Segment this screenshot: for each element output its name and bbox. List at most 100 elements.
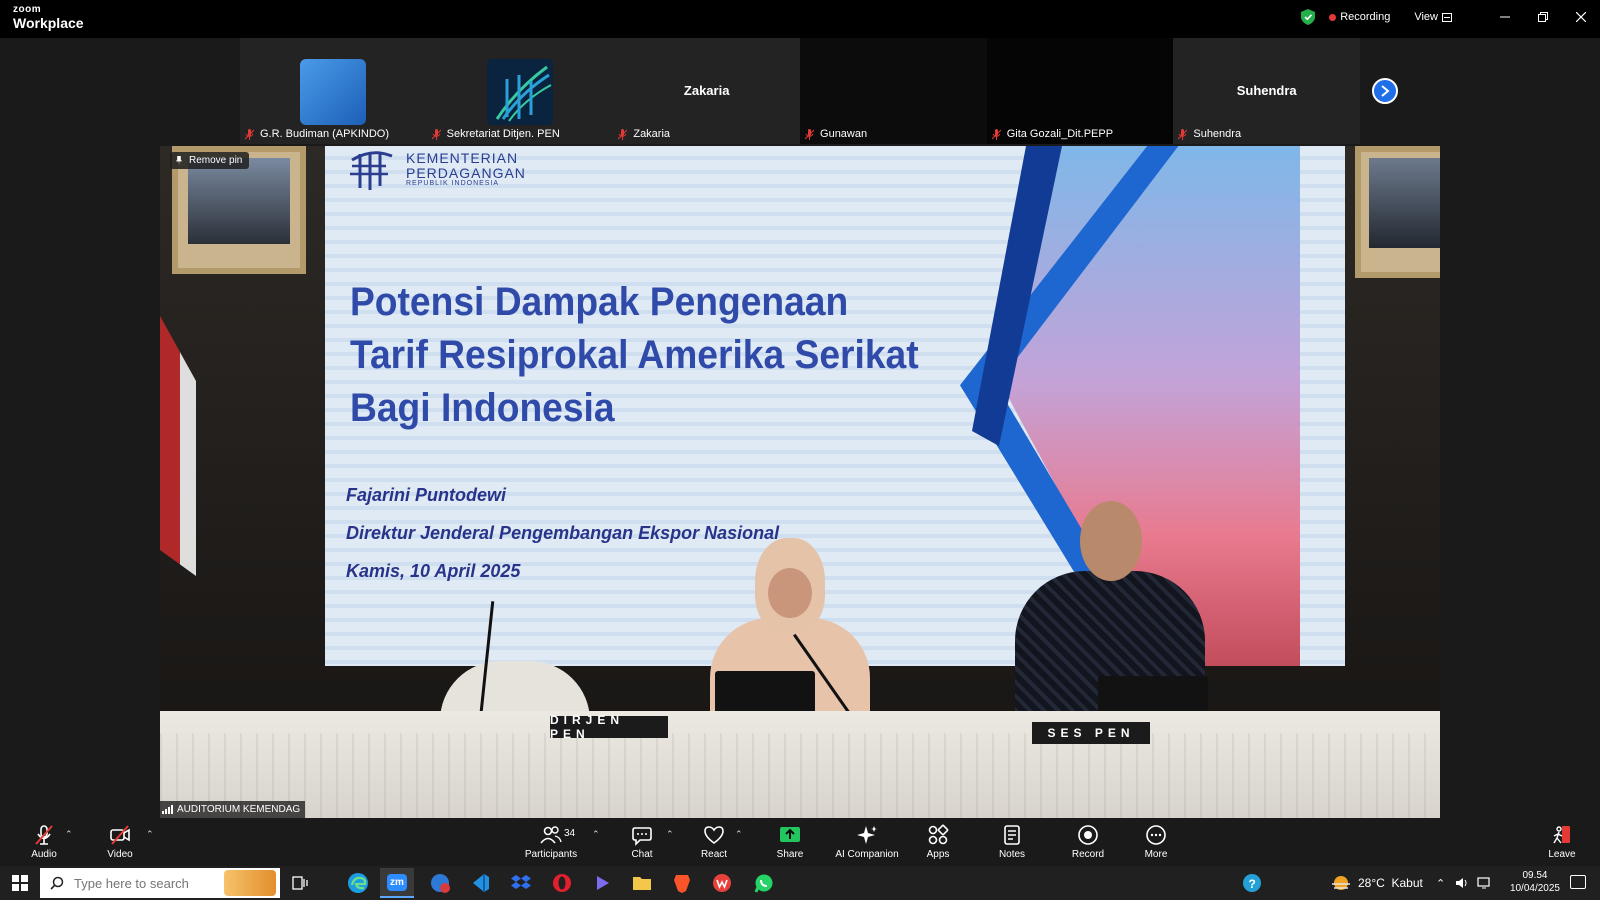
record-button[interactable]: Record [1070, 818, 1106, 866]
whatsapp-icon[interactable] [752, 871, 776, 895]
participant-avatar [486, 59, 553, 125]
network-icon[interactable] [1477, 877, 1493, 889]
apps-icon [928, 824, 949, 845]
notification-center-icon[interactable] [1570, 875, 1586, 889]
participant-name: Suhendra [1193, 128, 1242, 140]
slide-org-line2: PERDAGANGAN [406, 164, 526, 181]
record-icon [1078, 825, 1098, 845]
svg-text:?: ? [1249, 877, 1256, 891]
chevron-right-icon [1381, 85, 1390, 97]
apps-button[interactable]: Apps [922, 818, 954, 866]
windows-start-button[interactable] [12, 875, 28, 891]
recording-indicator[interactable]: Recording [1340, 11, 1390, 23]
video-label: Video [107, 849, 133, 860]
view-grid-icon[interactable] [1442, 12, 1452, 22]
dropbox-icon[interactable] [509, 871, 533, 895]
search-highlight-image [224, 870, 276, 896]
zoom-app-label: zm [387, 873, 407, 891]
recording-dot-icon [1329, 13, 1337, 21]
participant-name: Sekretariat Ditjen. PEN [446, 128, 560, 140]
remove-pin-button[interactable]: Remove pin [170, 152, 250, 169]
notes-button[interactable]: Notes [996, 818, 1028, 866]
share-screen-icon [780, 827, 800, 842]
participant-name-label: Zakaria [618, 128, 670, 140]
slide-title-line: Tarif Resiprokal Amerika Serikat [350, 333, 919, 377]
participant-name-label: Sekretariat Ditjen. PEN [431, 128, 560, 140]
ai-companion-button[interactable]: AI Companion [830, 818, 904, 866]
zoom-app-icon[interactable]: zm [380, 868, 414, 898]
weather-text: 28°C Kabut [1358, 876, 1423, 890]
minimize-button[interactable] [1486, 0, 1524, 34]
mic-muted-icon [805, 128, 815, 140]
close-button[interactable] [1562, 0, 1600, 34]
participants-icon [540, 826, 562, 844]
title-bar-controls: Recording View [1301, 0, 1600, 34]
slide-org-line1: KEMENTERIAN [406, 149, 519, 166]
minimize-icon [1500, 16, 1510, 18]
brave-browser-icon[interactable] [670, 871, 694, 895]
view-button[interactable]: View [1414, 11, 1438, 23]
task-view-icon[interactable] [288, 871, 312, 895]
wps-office-icon[interactable] [710, 871, 734, 895]
participant-tile[interactable]: Gita Gozali_Dit.PEPP [986, 38, 1174, 144]
participants-count: 34 [564, 828, 576, 839]
show-hidden-icons-chevron-icon[interactable]: ⌃ [1436, 877, 1445, 890]
participant-name-label: G.R. Budiman (APKINDO) [245, 128, 389, 140]
audio-options-caret[interactable]: ⌃ [65, 829, 73, 840]
react-button[interactable]: React [698, 818, 730, 866]
leave-button[interactable]: Leave [1546, 818, 1578, 866]
participant-tile[interactable]: G.R. Budiman (APKINDO) [240, 38, 427, 144]
volume-icon[interactable] [1455, 877, 1469, 889]
mic-muted-icon [618, 128, 628, 140]
clock-date: 10/04/2025 [1509, 883, 1560, 894]
video-button[interactable]: Video [100, 818, 140, 866]
participant-name: Gita Gozali_Dit.PEPP [1006, 128, 1114, 140]
video-source-name: AUDITORIUM KEMENDAG [177, 804, 301, 815]
react-options-caret[interactable]: ⌃ [735, 829, 743, 840]
video-options-caret[interactable]: ⌃ [146, 829, 154, 840]
pinned-video[interactable]: KEMENTERIAN PERDAGANGAN REPUBLIK INDONES… [160, 146, 1440, 818]
participant-tile[interactable]: Sekretariat Ditjen. PEN [426, 38, 614, 144]
media-player-icon[interactable] [590, 871, 614, 895]
portrait-image [1369, 158, 1440, 248]
participant-tile[interactable]: Suhendra Suhendra [1173, 38, 1361, 144]
participant-avatar [300, 59, 366, 125]
edge-browser-icon[interactable] [346, 871, 370, 895]
audio-button[interactable]: Audio [24, 818, 64, 866]
participant-tile[interactable]: Zakaria Zakaria [613, 38, 801, 144]
slide-title-line: Bagi Indonesia [350, 386, 615, 430]
chat-options-caret[interactable]: ⌃ [666, 829, 674, 840]
meeting-toolbar: Audio ⌃ Video ⌃ Participants 34 ⌃ Chat ⌃… [0, 818, 1600, 866]
weather-widget[interactable]: 28°C Kabut [1330, 866, 1423, 900]
brand-line1: zoom [13, 4, 42, 15]
outlook-icon[interactable] [428, 871, 452, 895]
react-label: React [700, 849, 728, 860]
file-explorer-icon[interactable] [630, 871, 654, 895]
restore-icon [1538, 12, 1548, 22]
share-button[interactable]: Share [772, 818, 808, 866]
apps-label: Apps [926, 849, 950, 860]
restore-button[interactable] [1524, 0, 1562, 34]
participants-options-caret[interactable]: ⌃ [592, 829, 600, 840]
opera-browser-icon[interactable] [550, 871, 574, 895]
participant-name-label: Suhendra [1178, 128, 1241, 140]
taskbar-clock[interactable]: 09.54 10/04/2025 [1510, 869, 1560, 895]
participants-button[interactable]: Participants [520, 818, 582, 866]
more-dots-icon [1146, 825, 1166, 845]
next-participants-button[interactable] [1372, 78, 1398, 104]
help-support-icon[interactable]: ? [1240, 871, 1264, 895]
slide-title-line: Potensi Dampak Pengenaan [350, 280, 849, 324]
taskbar-search[interactable] [40, 868, 280, 898]
participant-tile[interactable]: Gunawan [800, 38, 987, 144]
search-input[interactable] [74, 875, 224, 891]
participant-name-label: Gunawan [805, 128, 867, 140]
encryption-shield-icon[interactable] [1301, 9, 1316, 25]
more-button[interactable]: More [1140, 818, 1172, 866]
portrait-image [188, 158, 290, 244]
mic-muted-icon [35, 825, 53, 845]
chat-button[interactable]: Chat [626, 818, 658, 866]
brand-line2: Workplace [13, 15, 84, 31]
nameplate: SES PEN [1032, 722, 1150, 744]
vscode-icon[interactable] [468, 871, 492, 895]
audio-label: Audio [31, 849, 57, 860]
